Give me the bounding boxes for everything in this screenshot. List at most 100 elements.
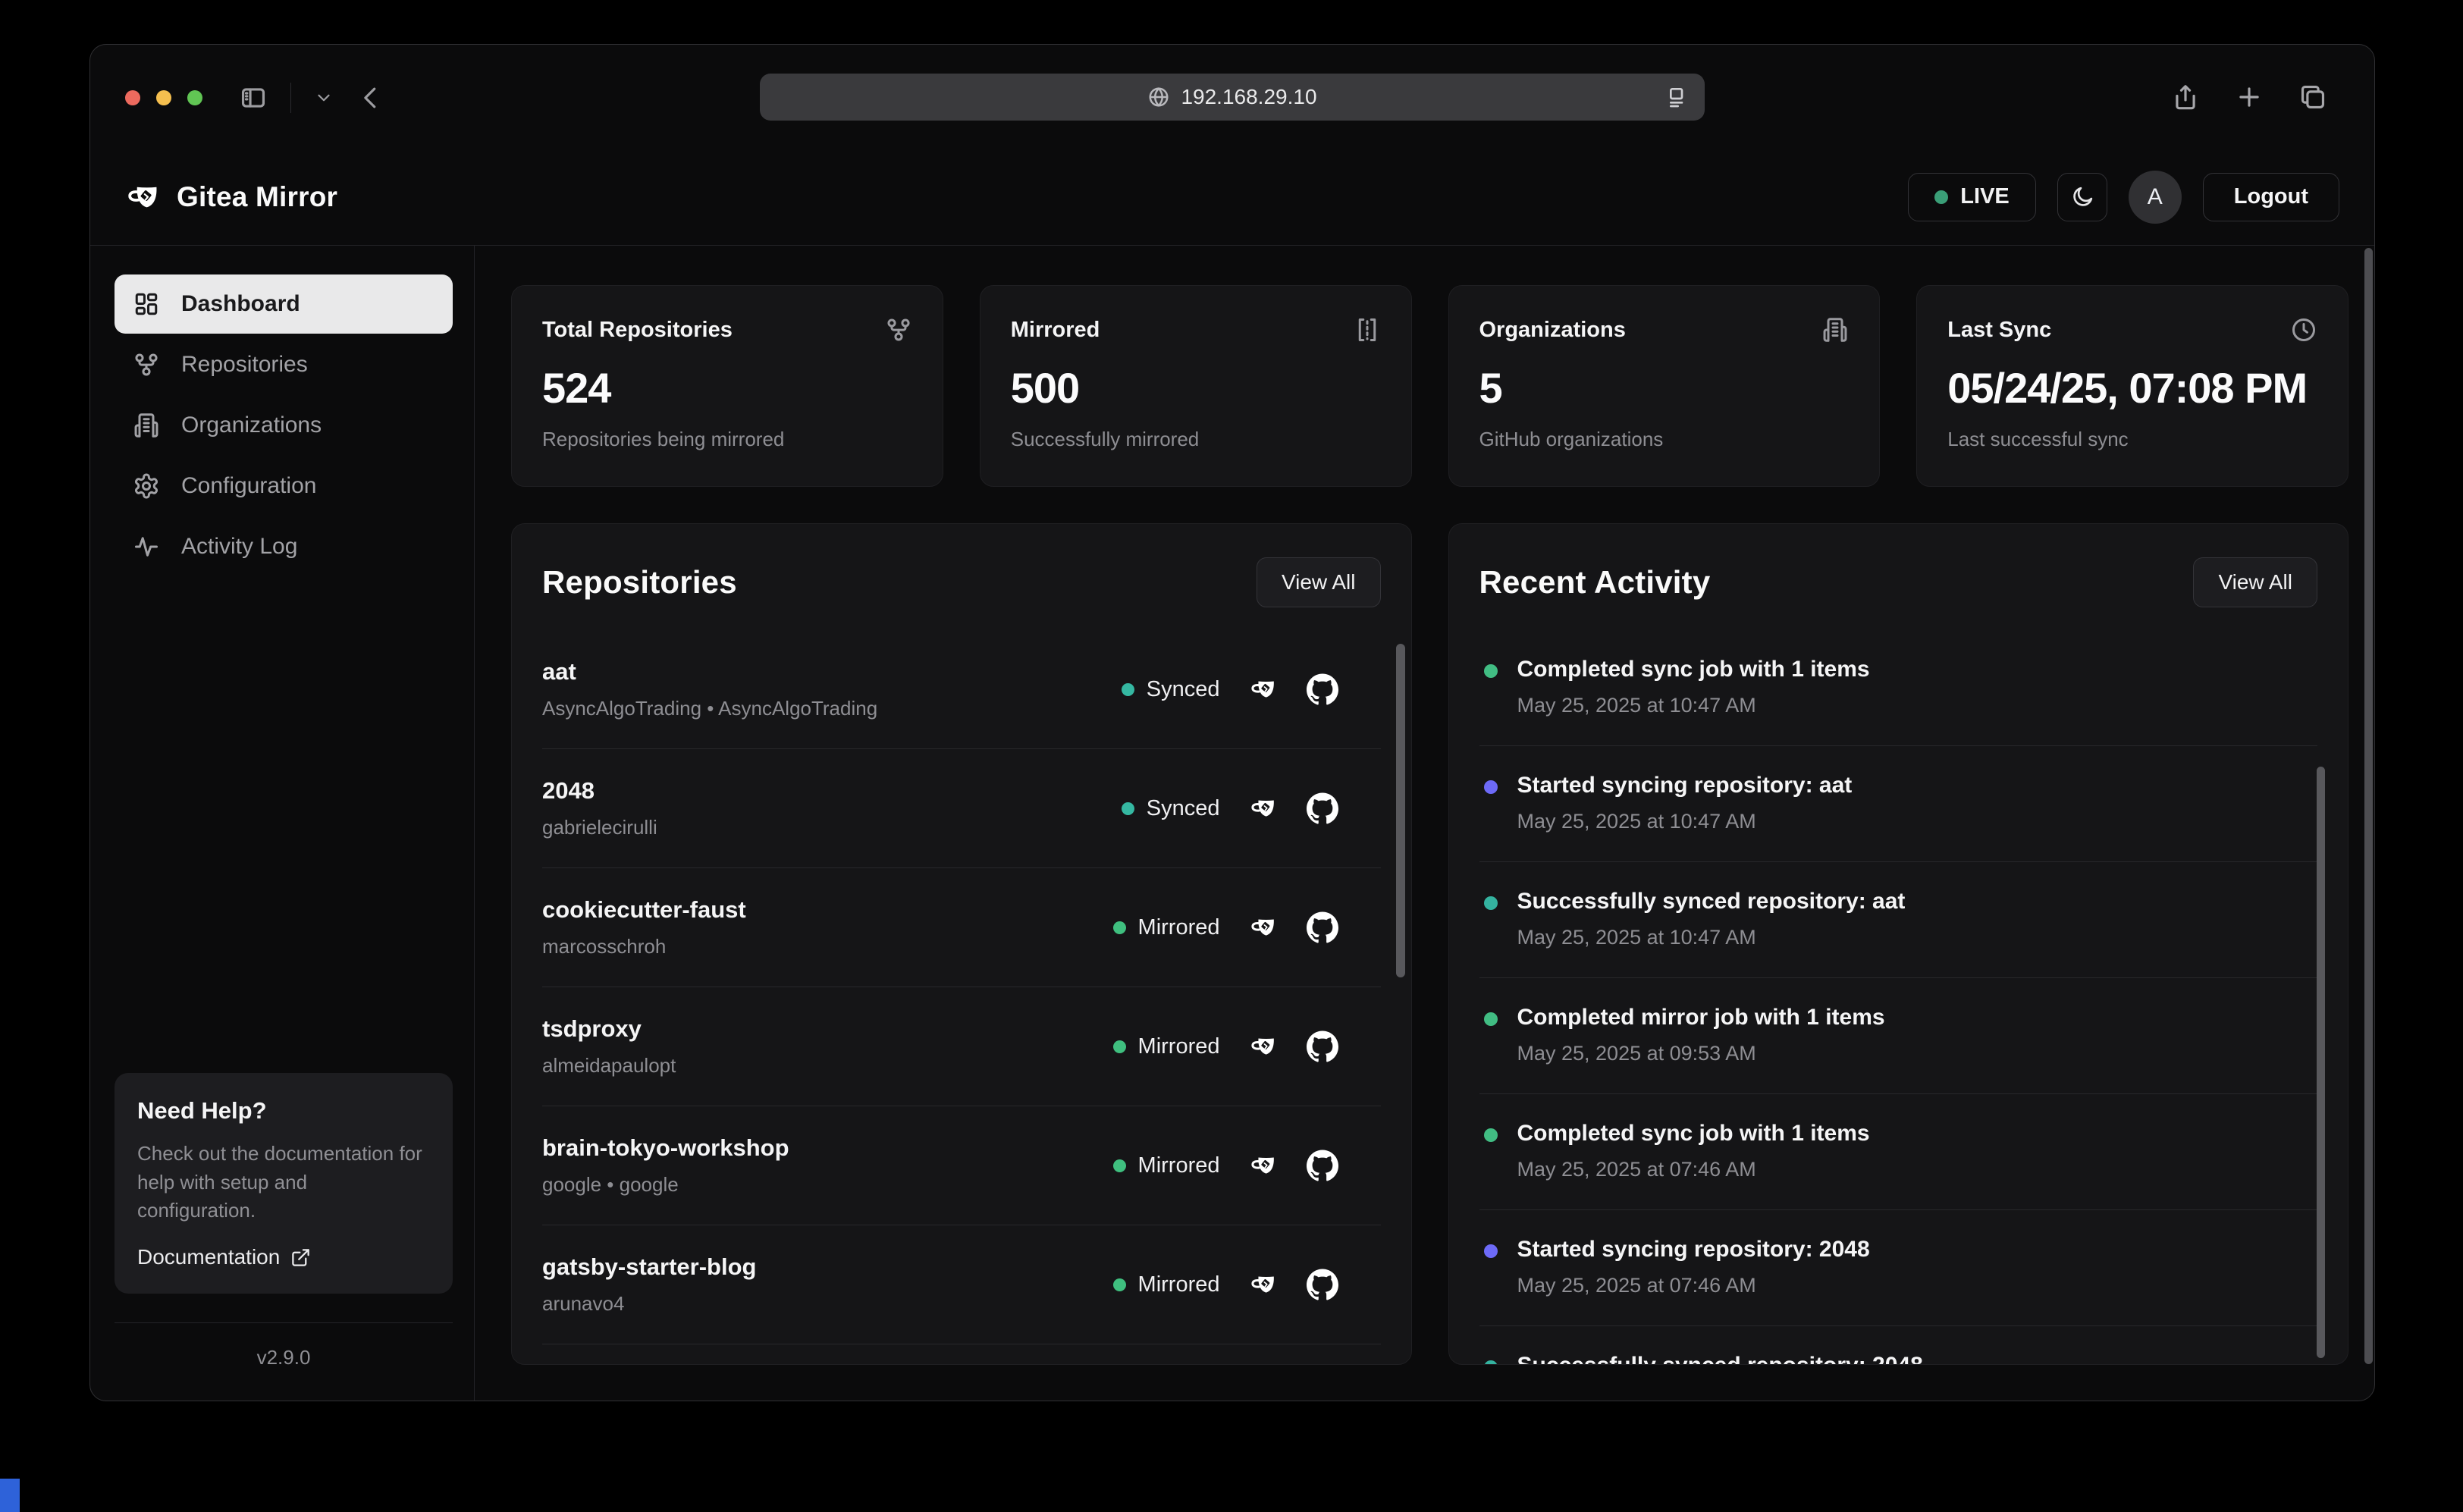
share-icon[interactable] [2171,83,2200,111]
repository-owner: AsyncAlgoTrading • AsyncAlgoTrading [542,697,877,720]
external-link-icon [290,1247,311,1268]
repositories-scrollbar[interactable] [1396,644,1405,977]
git-fork-icon [885,316,912,343]
gitea-link-icon[interactable] [1249,913,1278,942]
status-dot [1113,921,1126,934]
repository-name: 2048 [542,777,657,805]
sidebar-item-dashboard[interactable]: Dashboard [115,274,453,334]
status-badge: Mirrored [1113,1153,1220,1178]
desktop-dock-fragment [0,1479,20,1512]
activity-dot [1484,1360,1498,1364]
github-link-icon[interactable] [1307,792,1338,824]
activity-text: Started syncing repository: aat [1517,773,1853,798]
moon-icon [2070,185,2094,209]
stat-value: 5 [1479,363,1850,413]
github-link-icon[interactable] [1307,673,1338,705]
activity-scrollbar[interactable] [2317,767,2325,1358]
sidebar-item-repositories[interactable]: Repositories [115,335,453,394]
logout-button[interactable]: Logout [2203,173,2339,221]
status-dot [1113,1040,1126,1053]
repository-row: aat AsyncAlgoTrading • AsyncAlgoTrading … [542,630,1381,749]
repositories-view-all-button[interactable]: View All [1257,557,1381,607]
gitea-link-icon[interactable] [1249,1151,1278,1180]
activity-item: Completed sync job with 1 items May 25, … [1479,1094,2318,1210]
activity-text: Successfully synced repository: 2048 [1517,1353,1923,1364]
github-link-icon[interactable] [1307,1150,1338,1181]
activity-dot [1484,1012,1498,1026]
stat-value: 524 [542,363,912,413]
building-icon [133,412,160,439]
github-link-icon[interactable] [1307,1030,1338,1062]
stats-row: Total Repositories 524 Repositories bein… [511,285,2348,487]
stat-card-mirrored: Mirrored 500 Successfully mirrored [980,285,1412,487]
activity-text: Started syncing repository: 2048 [1517,1237,1870,1263]
stat-sub: Repositories being mirrored [542,428,912,451]
version-label: v2.9.0 [115,1346,453,1369]
app-brand[interactable]: Gitea Mirror [125,179,337,215]
repositories-list: aat AsyncAlgoTrading • AsyncAlgoTrading … [542,630,1381,1364]
theme-toggle-button[interactable] [2057,173,2107,221]
sidebar-item-configuration[interactable]: Configuration [115,456,453,516]
help-body: Check out the documentation for help wit… [137,1140,430,1225]
repositories-title: Repositories [542,564,737,601]
activity-view-all-button[interactable]: View All [2193,557,2317,607]
repository-row: 2048 gabrielecirulli Synced [542,749,1381,868]
activity-item: Completed mirror job with 1 items May 25… [1479,978,2318,1094]
repository-owner: arunavo4 [542,1292,756,1316]
status-dot [1113,1278,1126,1291]
status-badge: Synced [1122,796,1220,821]
stat-card-total-repositories: Total Repositories 524 Repositories bein… [511,285,943,487]
user-avatar[interactable]: A [2129,171,2182,224]
live-status-badge[interactable]: LIVE [1908,173,2035,221]
url-text: 192.168.29.10 [1181,85,1316,109]
repository-owner: marcosschroh [542,935,746,958]
documentation-link[interactable]: Documentation [137,1245,430,1269]
repository-name: aat [542,658,877,685]
repositories-panel: Repositories View All aat AsyncAlgoTradi… [511,523,1412,1365]
activity-item: Started syncing repository: aat May 25, … [1479,746,2318,862]
github-link-icon[interactable] [1307,1269,1338,1300]
live-dot [1934,190,1948,204]
app-header: Gitea Mirror LIVE A Logout [90,149,2374,246]
zoom-window-button[interactable] [187,90,202,105]
close-window-button[interactable] [125,90,140,105]
address-bar[interactable]: 192.168.29.10 [760,74,1705,121]
sidebar-toggle-icon[interactable] [239,83,268,112]
back-icon[interactable] [356,83,385,112]
sidebar-divider [115,1322,453,1323]
minimize-window-button[interactable] [156,90,171,105]
help-card: Need Help? Check out the documentation f… [115,1073,453,1294]
mirror-icon [1354,316,1381,343]
activity-dot [1484,664,1498,678]
repository-row: gatsby-starter-blog arunavo4 Mirrored [542,1225,1381,1344]
activity-list: Completed sync job with 1 items May 25, … [1479,630,2318,1364]
repository-name: cookiecutter-faust [542,896,746,924]
traffic-lights [125,90,202,105]
gitea-link-icon[interactable] [1249,1032,1278,1061]
gitea-link-icon[interactable] [1249,1270,1278,1299]
status-dot [1113,1159,1126,1172]
activity-timestamp: May 25, 2025 at 07:46 AM [1517,1158,1870,1181]
stat-value: 05/24/25, 07:08 PM [1947,363,2317,413]
activity-item: Completed sync job with 1 items May 25, … [1479,630,2318,746]
page-settings-icon[interactable] [1664,85,1688,109]
sidebar-item-activity-log[interactable]: Activity Log [115,517,453,576]
github-link-icon[interactable] [1307,911,1338,943]
repository-row: cookiecutter-faust marcosschroh Mirrored [542,868,1381,987]
activity-item: Successfully synced repository: aat May … [1479,862,2318,978]
browser-window: 192.168.29.10 Gitea Mirror LIVE [89,44,2375,1401]
new-tab-icon[interactable] [2235,83,2264,111]
tab-overview-icon[interactable] [2298,83,2327,111]
sidebar-item-organizations[interactable]: Organizations [115,396,453,455]
repository-row: brain-tokyo-workshop google • google Mir… [542,1106,1381,1225]
gitea-link-icon[interactable] [1249,794,1278,823]
activity-dot [1484,896,1498,910]
repository-owner: gabrielecirulli [542,816,657,839]
page-scrollbar[interactable] [2364,248,2373,1364]
chevron-down-icon[interactable] [314,88,334,108]
activity-text: Successfully synced repository: aat [1517,889,1906,914]
main-content: Total Repositories 524 Repositories bein… [475,246,2374,1401]
status-badge: Synced [1122,677,1220,702]
gitea-link-icon[interactable] [1249,675,1278,704]
gear-icon [133,472,160,500]
